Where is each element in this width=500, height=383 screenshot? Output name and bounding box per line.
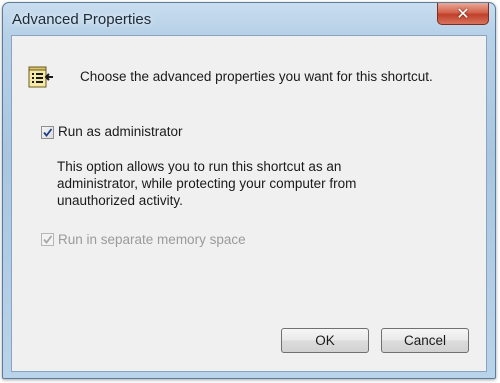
run-as-admin-label[interactable]: Run as administrator: [58, 124, 183, 139]
cancel-button[interactable]: Cancel: [381, 328, 469, 353]
separate-memory-checkbox: [41, 233, 54, 246]
checkmark-icon: [43, 235, 53, 244]
title-bar[interactable]: Advanced Properties ✕: [3, 3, 495, 37]
instruction-text: Choose the advanced properties you want …: [80, 69, 433, 84]
ok-button[interactable]: OK: [281, 328, 369, 353]
checkmark-icon: [43, 128, 53, 137]
dialog-content: Choose the advanced properties you want …: [11, 35, 487, 372]
advanced-properties-dialog: Advanced Properties ✕ Choose the advance…: [2, 2, 496, 379]
close-button[interactable]: ✕: [437, 3, 489, 25]
description-line: unauthorized activity.: [57, 193, 183, 208]
separate-memory-label: Run in separate memory space: [58, 232, 246, 247]
close-icon: ✕: [456, 4, 470, 23]
window-title: Advanced Properties: [12, 11, 152, 28]
shortcut-properties-icon: [28, 64, 54, 90]
description-line: administrator, while protecting your com…: [57, 176, 357, 191]
run-as-admin-description: This option allows you to run this short…: [57, 158, 377, 209]
run-as-admin-checkbox[interactable]: [41, 126, 54, 139]
description-line: This option allows you to run this short…: [57, 159, 342, 174]
